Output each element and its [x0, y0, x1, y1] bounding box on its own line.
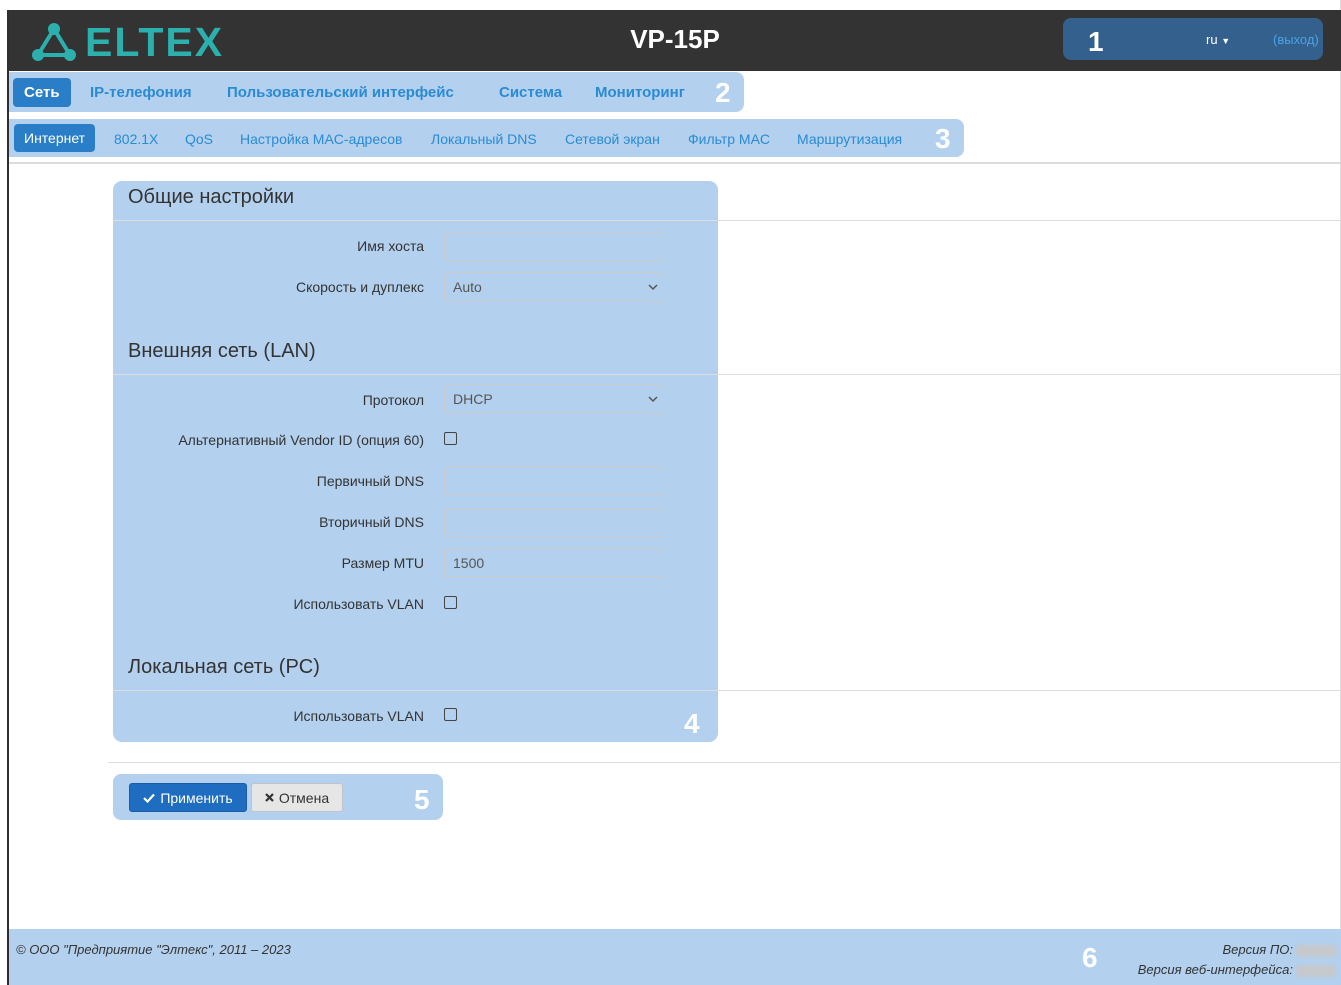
- web-version-value: [1296, 965, 1336, 977]
- callout-1: 1: [1088, 26, 1104, 57]
- lan-vlan-checkbox[interactable]: [444, 708, 457, 721]
- callout-5: 5: [414, 784, 430, 815]
- wan-vlan-checkbox[interactable]: [444, 596, 457, 609]
- callout-3: 3: [935, 123, 951, 154]
- section-lan-title: Локальная сеть (PC): [128, 656, 320, 678]
- protocol-value: DHCP: [453, 391, 493, 407]
- section-general-title: Общие настройки: [128, 186, 294, 208]
- nav-item-ip-telephony[interactable]: IP-телефония: [90, 84, 192, 101]
- caret-down-icon: ▼: [1221, 36, 1231, 46]
- nav-item-system[interactable]: Система: [499, 84, 562, 101]
- protocol-select[interactable]: DHCP: [444, 385, 666, 414]
- firmware-version-value: [1296, 945, 1336, 957]
- copyright-text: © ООО "Предприятие "Элтекс", 2011 – 2023: [16, 942, 291, 957]
- buttons-divider: [108, 762, 1341, 763]
- tab-mac-settings[interactable]: Настройка MAC-адресов: [240, 131, 403, 147]
- tab-mac-filter[interactable]: Фильтр MAC: [688, 131, 770, 147]
- hostname-input[interactable]: [444, 232, 666, 261]
- language-value: ru: [1206, 32, 1218, 47]
- tab-local-dns[interactable]: Локальный DNS: [431, 131, 537, 147]
- section-divider: [113, 690, 1341, 691]
- secondary-dns-input[interactable]: [444, 508, 666, 537]
- check-icon: [143, 793, 156, 803]
- callout-4: 4: [684, 708, 700, 739]
- mtu-input[interactable]: 1500: [444, 549, 666, 578]
- language-selector[interactable]: ru ▼: [1206, 32, 1230, 47]
- hostname-label: Имя хоста: [357, 238, 424, 254]
- tab-internet[interactable]: Интернет: [14, 124, 96, 152]
- section-divider: [113, 220, 1341, 221]
- section-wan-title: Внешняя сеть (LAN): [128, 340, 316, 362]
- close-icon: [265, 793, 274, 802]
- nav-item-network[interactable]: Сеть: [13, 78, 71, 107]
- callout-6: 6: [1082, 942, 1098, 973]
- speed-duplex-select[interactable]: Auto: [444, 273, 666, 302]
- vendor-id-checkbox[interactable]: [444, 432, 457, 445]
- nav-item-user-interface[interactable]: Пользовательский интерфейс: [227, 84, 454, 101]
- tab-8021x[interactable]: 802.1X: [114, 131, 158, 147]
- nav-item-monitoring[interactable]: Мониторинг: [595, 84, 685, 101]
- apply-button-label: Применить: [160, 789, 233, 806]
- cancel-button[interactable]: Отмена: [251, 783, 343, 812]
- logout-link[interactable]: (выход): [1273, 32, 1319, 47]
- cancel-button-label: Отмена: [278, 789, 330, 806]
- primary-dns-input[interactable]: [444, 467, 666, 496]
- apply-button[interactable]: Применить: [129, 783, 247, 812]
- secondary-dns-label: Вторичный DNS: [319, 514, 424, 530]
- mtu-label: Размер MTU: [341, 555, 424, 571]
- vendor-id-label: Альтернативный Vendor ID (опция 60): [178, 432, 424, 448]
- wan-vlan-label: Использовать VLAN: [293, 596, 424, 612]
- tab-qos[interactable]: QoS: [185, 131, 213, 147]
- firmware-version-label: Версия ПО:: [1222, 942, 1293, 957]
- callout-2: 2: [715, 77, 731, 108]
- sub-nav-divider: [9, 162, 1341, 164]
- section-divider: [113, 374, 1341, 375]
- primary-dns-label: Первичный DNS: [316, 473, 424, 489]
- speed-duplex-value: Auto: [453, 279, 482, 295]
- tab-routing[interactable]: Маршрутизация: [797, 131, 902, 147]
- speed-duplex-label: Скорость и дуплекс: [295, 279, 424, 295]
- lan-vlan-label: Использовать VLAN: [293, 708, 424, 724]
- web-version-label: Версия веб-интерфейса:: [1137, 962, 1293, 977]
- chevron-down-icon: [648, 284, 658, 291]
- chevron-down-icon: [648, 396, 658, 403]
- protocol-label: Протокол: [362, 392, 424, 408]
- tab-firewall[interactable]: Сетевой экран: [565, 131, 660, 147]
